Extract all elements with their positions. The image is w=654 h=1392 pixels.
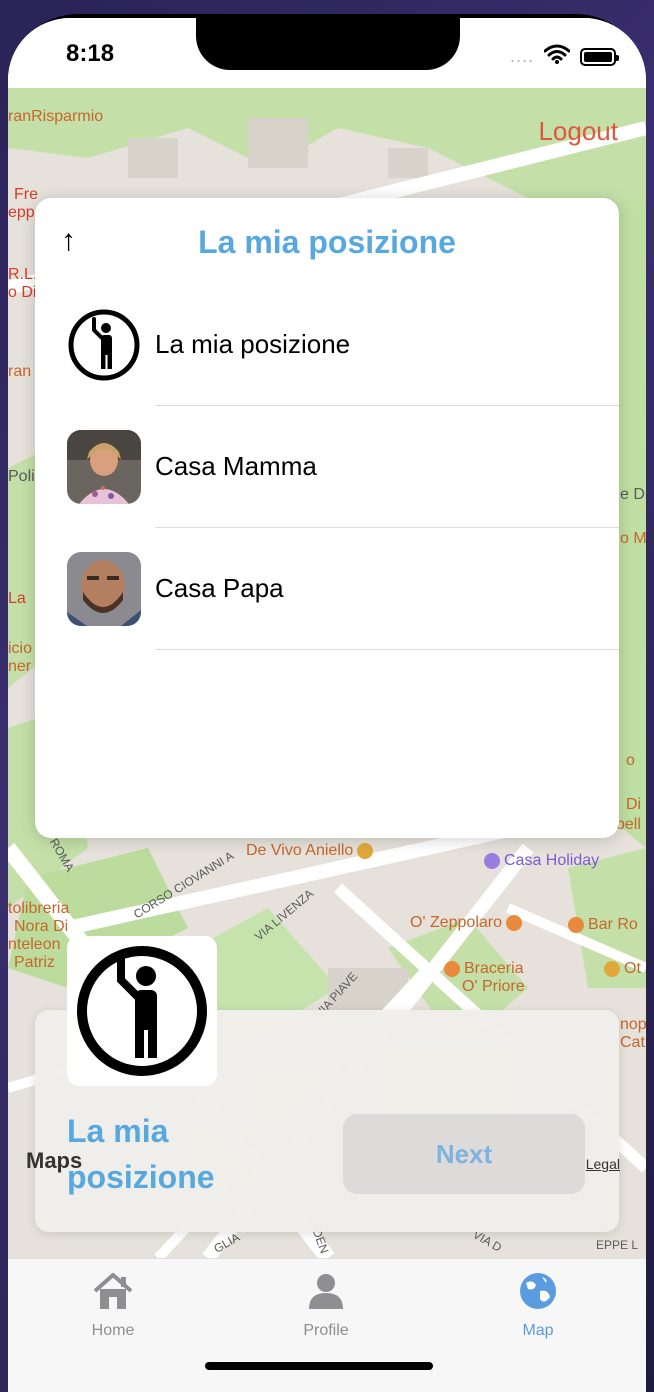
person-waving-icon xyxy=(67,308,141,382)
map-label: epp xyxy=(8,204,35,221)
list-item-label: La mia posizione xyxy=(155,329,351,359)
house-icon xyxy=(91,1273,135,1315)
street-label: EPPE L xyxy=(596,1238,639,1252)
map-label: Cat xyxy=(620,1034,645,1051)
device-background: ranRisparmio Fre epp R.L. o Di ran Poli … xyxy=(0,0,654,1392)
status-bar: 8:18 .... xyxy=(8,18,646,88)
tab-map[interactable]: Map xyxy=(478,1271,598,1340)
map-label: o Di xyxy=(8,284,37,301)
map-label: O' Priore xyxy=(462,978,525,995)
logout-button[interactable]: Logout xyxy=(538,116,618,147)
tab-label: Home xyxy=(91,1322,135,1339)
person-waving-icon xyxy=(67,936,217,1086)
divider xyxy=(155,649,619,650)
map-label: o M xyxy=(620,530,646,547)
map-label: Poli xyxy=(8,468,35,485)
tab-profile[interactable]: Profile xyxy=(266,1271,386,1340)
map-poi-bar[interactable]: Bar Ro xyxy=(564,916,638,934)
notch xyxy=(196,18,460,70)
map-label: bell xyxy=(616,816,641,833)
list-item-label: Casa Mamma xyxy=(155,451,317,481)
legal-link[interactable]: Legal xyxy=(586,1156,620,1172)
sheet-title: La mia posizione xyxy=(198,224,456,260)
papa-avatar xyxy=(67,552,141,626)
signal-icon: .... xyxy=(509,46,534,66)
map-poi-ot[interactable]: Ot xyxy=(600,960,641,978)
map-label: ner xyxy=(8,658,32,675)
map-label: tolibreria xyxy=(8,900,70,917)
mamma-avatar xyxy=(67,430,141,504)
map-label: o xyxy=(626,752,635,769)
list-item-casa-mamma[interactable]: Casa Mamma xyxy=(35,406,619,528)
map-label: Fre xyxy=(14,186,38,203)
next-button[interactable]: Next xyxy=(343,1114,585,1194)
map-view[interactable]: ranRisparmio Fre epp R.L. o Di ran Poli … xyxy=(8,88,646,1258)
map-poi-braceria[interactable]: Braceria xyxy=(440,960,524,978)
tab-label: Map xyxy=(522,1322,554,1339)
map-label: Nora Di xyxy=(14,918,69,935)
map-label: Patriz xyxy=(14,954,55,971)
wifi-icon xyxy=(543,44,571,69)
map-label: icio xyxy=(8,640,33,657)
map-label: R.L. xyxy=(8,266,38,283)
list-item-casa-papa[interactable]: Casa Papa xyxy=(35,528,619,650)
status-time: 8:18 xyxy=(66,40,115,67)
location-list-sheet: ↑ La mia posizione La mia posizione Casa… xyxy=(35,198,619,838)
map-label: ran xyxy=(8,363,32,380)
map-label: Di xyxy=(626,796,642,813)
map-label: La xyxy=(8,590,26,607)
tab-bar: Home Profile Map xyxy=(8,1258,646,1392)
map-label: ranRisparmio xyxy=(8,108,104,125)
map-label: nop xyxy=(620,1016,646,1033)
map-poi-o-zeppolaro[interactable]: O' Zeppolaro xyxy=(410,914,526,932)
battery-icon xyxy=(580,47,619,66)
maps-logo: Maps xyxy=(26,1148,83,1173)
tab-label: Profile xyxy=(303,1322,349,1339)
screen: ranRisparmio Fre epp R.L. o Di ran Poli … xyxy=(8,18,646,1392)
list-item-label: Casa Papa xyxy=(155,573,284,603)
tab-home[interactable]: Home xyxy=(53,1271,173,1340)
map-poi-de-vivo-aniello[interactable]: De Vivo Aniello xyxy=(246,842,377,860)
home-indicator xyxy=(205,1362,433,1370)
selected-location-name: La mia posizione xyxy=(67,1113,215,1195)
map-poi-casa-holiday[interactable]: Casa Holiday xyxy=(480,852,599,870)
map-label: e Di xyxy=(620,486,646,503)
list-item-la-mia-posizione[interactable]: La mia posizione xyxy=(35,284,619,406)
person-icon xyxy=(306,1274,346,1315)
map-label: nteleon xyxy=(8,936,61,953)
globe-icon xyxy=(518,1273,558,1315)
